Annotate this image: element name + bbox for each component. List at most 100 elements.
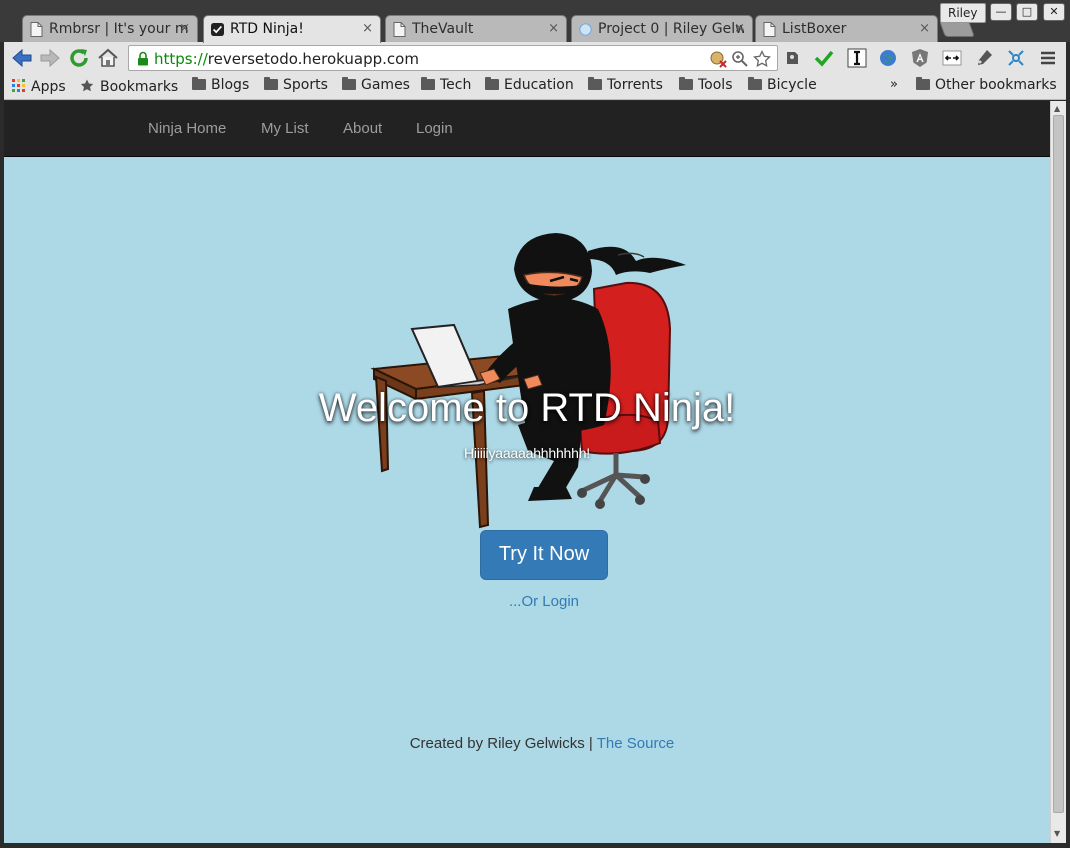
hero-subtitle: Hiiiiiyaaaaahhhhhhh! xyxy=(464,445,590,461)
bookmark-label: Apps xyxy=(31,79,66,95)
bookmark-label: Games xyxy=(361,77,410,93)
nav-ninja-home[interactable]: Ninja Home xyxy=(148,120,226,137)
pen-extension-icon[interactable] xyxy=(974,48,994,68)
profile-button[interactable]: Riley xyxy=(940,3,986,23)
url-scheme: https:// xyxy=(154,50,208,68)
browser-window: Rmbrsr | It's your m × RTD Ninja! × TheV… xyxy=(0,0,1070,848)
folder-icon xyxy=(264,77,278,90)
browser-toolbar: https://reversetodo.herokuapp.com xyxy=(4,42,1066,74)
bookmark-label: Education xyxy=(504,77,574,93)
bookmark-label: Torrents xyxy=(607,77,663,93)
bookmark-label: Sports xyxy=(283,77,328,93)
network-extension-icon[interactable] xyxy=(1006,48,1026,68)
bookmark-bookmarks[interactable]: Bookmarks xyxy=(80,77,178,95)
bookmark-blogs[interactable]: Blogs xyxy=(192,77,249,93)
headband-tails xyxy=(588,246,686,275)
address-bar[interactable]: https://reversetodo.herokuapp.com xyxy=(128,45,778,71)
folder-icon xyxy=(679,77,693,90)
page-viewport: Ninja Home My List About Login Welcome t… xyxy=(4,101,1050,843)
bookmarks-bar: Apps Bookmarks Blogs Sports Games Tech E… xyxy=(4,74,1066,100)
bookmark-tech[interactable]: Tech xyxy=(421,77,471,93)
folder-icon xyxy=(192,77,206,90)
folder-icon xyxy=(748,77,762,90)
bookmark-tools[interactable]: Tools xyxy=(679,77,733,93)
try-it-now-button[interactable]: Try It Now xyxy=(480,530,608,580)
url-text: https://reversetodo.herokuapp.com xyxy=(154,50,419,68)
folder-icon xyxy=(342,77,356,90)
bookmark-sports[interactable]: Sports xyxy=(264,77,328,93)
bookmark-label: Bookmarks xyxy=(100,79,179,95)
tab-title: ListBoxer xyxy=(782,21,847,37)
apps-grid-icon xyxy=(12,79,25,92)
close-icon[interactable]: × xyxy=(548,21,559,36)
star-icon xyxy=(80,79,94,92)
site-navbar: Ninja Home My List About Login xyxy=(4,101,1050,157)
close-window-button[interactable]: ✕ xyxy=(1043,3,1065,21)
scroll-up-arrow-icon[interactable]: ▲ xyxy=(1054,104,1060,113)
close-icon[interactable]: × xyxy=(179,21,190,36)
folder-icon xyxy=(421,77,435,90)
or-login-link[interactable]: ...Or Login xyxy=(4,593,1050,610)
footer: Created by Riley Gelwicks | The Source xyxy=(4,735,1050,752)
nav-my-list[interactable]: My List xyxy=(261,120,309,137)
new-tab-button[interactable] xyxy=(939,21,975,37)
bookmark-label: Bicycle xyxy=(767,77,817,93)
tab-rtd-ninja[interactable]: RTD Ninja! × xyxy=(203,15,381,43)
angular-extension-icon[interactable] xyxy=(910,48,930,68)
scroll-thumb[interactable] xyxy=(1053,115,1064,813)
tab-title: TheVault xyxy=(412,21,474,37)
url-host: reversetodo.herokuapp.com xyxy=(207,50,419,68)
globe-favicon-icon xyxy=(579,23,592,36)
page-icon xyxy=(30,22,43,37)
nav-login[interactable]: Login xyxy=(416,120,453,137)
close-icon[interactable]: × xyxy=(734,21,745,36)
bookmark-games[interactable]: Games xyxy=(342,77,410,93)
forward-arrow-icon[interactable] xyxy=(38,46,62,70)
hero-title: Welcome to RTD Ninja! xyxy=(318,386,736,430)
bookmark-torrents[interactable]: Torrents xyxy=(588,77,663,93)
close-icon[interactable]: × xyxy=(919,21,930,36)
close-icon[interactable]: × xyxy=(362,21,373,36)
cookie-blocked-icon[interactable] xyxy=(709,50,727,68)
tab-title: Project 0 | Riley Gelw xyxy=(598,21,744,37)
nav-about[interactable]: About xyxy=(343,120,382,137)
checkmark-extension-icon[interactable] xyxy=(814,48,834,68)
tab-project-0[interactable]: Project 0 | Riley Gelw × xyxy=(571,15,753,43)
bookmark-label: Other bookmarks xyxy=(935,77,1057,93)
menu-icon[interactable] xyxy=(1038,48,1058,68)
globe-extension-icon[interactable] xyxy=(878,48,898,68)
checkmark-favicon-icon xyxy=(211,23,224,36)
tab-listboxer[interactable]: ListBoxer × xyxy=(755,15,938,43)
folder-icon xyxy=(916,77,930,90)
reload-icon[interactable] xyxy=(67,46,91,70)
bookmarks-overflow-chevron[interactable]: » xyxy=(890,77,898,92)
back-arrow-icon[interactable] xyxy=(10,46,34,70)
zoom-icon[interactable] xyxy=(731,50,749,68)
bookmark-other-bookmarks[interactable]: Other bookmarks xyxy=(916,77,1057,93)
maximize-button[interactable]: □ xyxy=(1016,3,1038,21)
footer-credit: Created by Riley Gelwicks | xyxy=(409,735,593,752)
bookmark-label: Tech xyxy=(440,77,472,93)
bookmark-education[interactable]: Education xyxy=(485,77,574,93)
tab-thevault[interactable]: TheVault × xyxy=(385,15,567,43)
folder-icon xyxy=(588,77,602,90)
scroll-down-arrow-icon[interactable]: ▼ xyxy=(1054,829,1060,838)
instapaper-extension-icon[interactable] xyxy=(847,48,867,68)
home-icon[interactable] xyxy=(96,46,120,70)
tab-rmbrsr[interactable]: Rmbrsr | It's your m × xyxy=(22,15,198,43)
page-icon xyxy=(763,22,776,37)
star-bookmark-icon[interactable] xyxy=(753,50,771,68)
bookmark-apps[interactable]: Apps xyxy=(12,77,66,95)
folder-icon xyxy=(485,77,499,90)
dark-extension-icon[interactable] xyxy=(942,48,962,68)
bookmark-label: Blogs xyxy=(211,77,250,93)
page-icon xyxy=(393,22,406,37)
lock-icon xyxy=(138,51,148,66)
bookmark-label: Tools xyxy=(698,77,733,93)
minimize-button[interactable]: — xyxy=(990,3,1012,21)
the-source-link[interactable]: The Source xyxy=(597,735,675,752)
vertical-scrollbar[interactable]: ▲ ▼ xyxy=(1050,101,1066,843)
evernote-extension-icon[interactable] xyxy=(782,48,802,68)
tab-title: Rmbrsr | It's your m xyxy=(49,21,189,37)
bookmark-bicycle[interactable]: Bicycle xyxy=(748,77,817,93)
